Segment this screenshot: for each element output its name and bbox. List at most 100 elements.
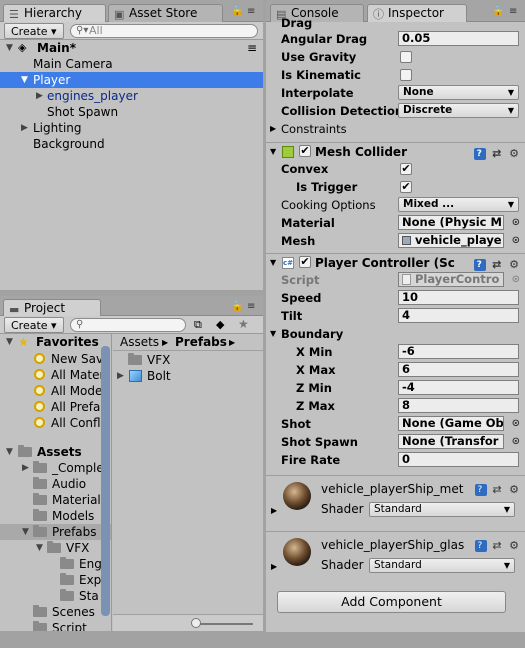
help-icon[interactable]: ? [474, 484, 487, 496]
create-button[interactable]: Create ▾ [4, 23, 64, 39]
player-controller-enabled-checkbox[interactable]: ✔ [299, 256, 311, 268]
favorite-item[interactable]: All Prefa [0, 399, 111, 415]
hierarchy-item-shot-spawn[interactable]: Shot Spawn [0, 104, 263, 120]
mesh-collider-header[interactable]: ▼ ✔ Mesh Collider ? ⇄ ⚙ [266, 142, 525, 160]
create-button[interactable]: Create ▾ [4, 317, 64, 333]
help-icon[interactable]: ? [474, 148, 487, 160]
hierarchy-item-background[interactable]: Background [0, 136, 263, 152]
z-max-field[interactable]: 8 [398, 398, 519, 413]
object-picker-icon[interactable]: ⊙ [512, 433, 520, 451]
material-field[interactable]: None (Physic M [398, 215, 504, 230]
folder-tree-scrollbar[interactable] [101, 346, 110, 616]
gear-icon[interactable]: ⚙ [509, 483, 521, 496]
collapse-arrow-icon[interactable]: ▶ [271, 506, 277, 515]
expand-arrow-icon[interactable]: ▼ [6, 40, 13, 56]
shader-dropdown[interactable]: Standard ▼ [369, 502, 515, 517]
object-picker-icon[interactable]: ⊙ [512, 415, 520, 433]
use-gravity-checkbox[interactable] [400, 51, 412, 63]
tab-project[interactable]: ▬ Project [3, 299, 101, 317]
expand-arrow-icon[interactable]: ▼ [21, 72, 28, 88]
gear-icon[interactable]: ⚙ [509, 539, 521, 552]
collapse-arrow-icon[interactable]: ▶ [270, 120, 276, 138]
gear-icon[interactable]: ⚙ [509, 147, 521, 160]
speed-field[interactable]: 10 [398, 290, 519, 305]
favorite-star-icon[interactable]: ★ [238, 317, 249, 331]
favorites-header[interactable]: ▼ ★ Favorites [0, 334, 111, 350]
folder-item[interactable]: Materials [0, 492, 111, 508]
file-item-bolt[interactable]: ▶ Bolt [113, 368, 263, 384]
file-item-vfx[interactable]: VFX [113, 352, 263, 368]
hierarchy-item-lighting[interactable]: ▶ Lighting [0, 120, 263, 136]
collision-detection-dropdown[interactable]: Discrete ▼ [398, 103, 519, 118]
gear-icon[interactable]: ⚙ [509, 258, 521, 271]
z-min-field[interactable]: -4 [398, 380, 519, 395]
project-search-input[interactable]: ⚲ [70, 318, 186, 332]
tab-hierarchy[interactable]: ☰ Hierarchy [3, 4, 106, 22]
folder-item[interactable]: Exp [0, 572, 111, 588]
boundary-row[interactable]: ▼ Boundary [266, 325, 525, 343]
lock-icon[interactable]: 🔒 [231, 301, 243, 312]
help-icon[interactable]: ? [474, 259, 487, 271]
expand-arrow-icon[interactable]: ▼ [6, 334, 13, 350]
slider-handle[interactable] [191, 618, 201, 628]
interpolate-dropdown[interactable]: None ▼ [398, 85, 519, 100]
icon-size-slider[interactable] [193, 623, 253, 625]
favorite-item[interactable]: All Mode [0, 383, 111, 399]
collapse-arrow-icon[interactable]: ▶ [36, 88, 43, 104]
collapse-arrow-icon[interactable]: ▶ [271, 562, 277, 571]
expand-arrow-icon[interactable]: ▼ [6, 444, 13, 460]
shot-field[interactable]: None (Game Ob [398, 416, 504, 431]
breadcrumb-item[interactable]: Prefabs [175, 334, 227, 351]
preset-icon[interactable]: ⇄ [492, 147, 503, 160]
scene-row[interactable]: ▼ ◈ Main* ≡ [0, 40, 263, 56]
hierarchy-item-player[interactable]: ▼ Player [0, 72, 263, 88]
help-icon[interactable]: ? [474, 540, 487, 552]
scene-menu-icon[interactable]: ≡ [247, 40, 257, 56]
hierarchy-item-engines-player[interactable]: ▶ engines_player [0, 88, 263, 104]
expand-arrow-icon[interactable]: ▼ [270, 325, 276, 343]
breadcrumb-item[interactable]: Assets [120, 334, 159, 351]
favorite-item[interactable]: All Confl [0, 415, 111, 431]
collapse-arrow-icon[interactable]: ▶ [21, 120, 28, 136]
preset-icon[interactable]: ⇄ [492, 483, 503, 496]
folder-item[interactable]: Scenes [0, 604, 111, 620]
preset-icon[interactable]: ⇄ [492, 539, 503, 552]
shader-dropdown[interactable]: Standard ▼ [369, 558, 515, 573]
mesh-field[interactable]: vehicle_playe [398, 233, 504, 248]
collapse-arrow-icon[interactable]: ▶ [117, 368, 124, 384]
object-picker-icon[interactable]: ⊙ [512, 232, 520, 250]
preset-icon[interactable]: ⇄ [492, 258, 503, 271]
is-kinematic-checkbox[interactable] [400, 69, 412, 81]
folder-item[interactable]: ▼ VFX [0, 540, 111, 556]
player-controller-header[interactable]: ▼ c# ✔ Player Controller (Sc ? ⇄ ⚙ [266, 253, 525, 271]
expand-arrow-icon[interactable]: ▼ [270, 254, 276, 272]
fire-rate-field[interactable]: 0 [398, 452, 519, 467]
folder-item[interactable]: Script [0, 620, 111, 631]
angular-drag-field[interactable]: 0.05 [398, 31, 519, 46]
filter-type-icon[interactable]: ⧉ [194, 318, 202, 332]
folder-item[interactable]: Audio [0, 476, 111, 492]
tab-asset-store[interactable]: ▣ Asset Store [108, 4, 223, 22]
add-component-button[interactable]: Add Component [277, 591, 506, 613]
tilt-field[interactable]: 4 [398, 308, 519, 323]
favorite-item[interactable]: All Mater [0, 367, 111, 383]
filter-label-icon[interactable]: ◆ [216, 318, 224, 331]
lock-icon[interactable]: 🔒 [231, 6, 243, 17]
x-max-field[interactable]: 6 [398, 362, 519, 377]
menu-icon[interactable]: ≡ [247, 301, 255, 312]
cooking-options-dropdown[interactable]: Mixed ... ▼ [398, 197, 519, 212]
folder-item[interactable]: Models [0, 508, 111, 524]
mesh-collider-enabled-checkbox[interactable]: ✔ [299, 145, 311, 157]
convex-checkbox[interactable]: ✔ [400, 163, 412, 175]
constraints-row[interactable]: ▶ Constraints [266, 120, 525, 138]
object-picker-icon[interactable]: ⊙ [512, 214, 520, 232]
hierarchy-search-input[interactable]: ⚲▾ All [70, 24, 258, 38]
expand-arrow-icon[interactable]: ▼ [36, 540, 43, 556]
assets-header[interactable]: ▼ Assets [0, 444, 111, 460]
collapse-arrow-icon[interactable]: ▶ [22, 460, 29, 476]
folder-item-prefabs[interactable]: ▼ Prefabs [0, 524, 111, 540]
hierarchy-item-main-camera[interactable]: Main Camera [0, 56, 263, 72]
shot-spawn-field[interactable]: None (Transfor [398, 434, 504, 449]
folder-item[interactable]: ▶ _Comple [0, 460, 111, 476]
folder-item[interactable]: Eng [0, 556, 111, 572]
